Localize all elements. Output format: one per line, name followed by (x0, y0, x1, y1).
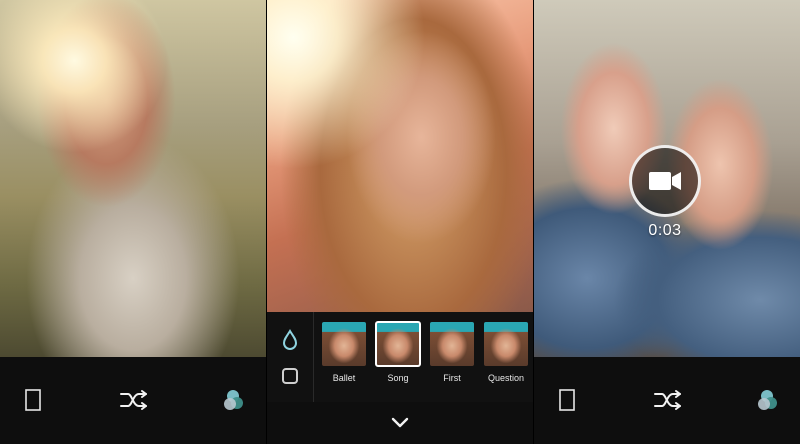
chevron-down-icon[interactable] (390, 415, 410, 431)
filtered-photo-preview (267, 0, 533, 312)
color-circles-icon[interactable] (222, 387, 248, 413)
filter-strip: Ballet Song First Question (267, 312, 533, 402)
water-drop-icon[interactable] (278, 328, 302, 352)
filter-item-first[interactable]: First (427, 322, 477, 396)
filter-list: Ballet Song First Question (319, 321, 531, 396)
record-video-button[interactable] (629, 145, 701, 217)
screen-1 (0, 0, 266, 444)
bottom-toolbar (534, 357, 800, 444)
water-drop-icon-svg (282, 329, 298, 350)
frame-icon-svg (25, 389, 41, 411)
filter-thumbnail (430, 322, 474, 366)
filter-label: Song (387, 373, 409, 383)
frame-icon[interactable] (556, 387, 578, 413)
screen-2: Ballet Song First Question (267, 0, 533, 444)
screen-3: 0:03 (534, 0, 800, 444)
color-circles-icon-svg (758, 390, 777, 410)
frame-icon[interactable] (22, 387, 44, 413)
filter-tools (267, 312, 314, 402)
filter-thumbnail (484, 322, 528, 366)
square-icon-svg (282, 368, 298, 384)
color-circles-icon-svg (224, 390, 243, 410)
app-screens: Ballet Song First Question 0:03 (0, 0, 800, 444)
shuffle-icon-svg (654, 390, 681, 410)
filter-thumbnail-selected (375, 321, 421, 367)
shuffle-icon[interactable] (118, 387, 150, 413)
collapse-filters-bar (267, 402, 533, 444)
camera-preview-photo (0, 0, 266, 357)
filter-thumbnail (322, 322, 366, 366)
recording-timer: 0:03 (648, 222, 682, 239)
filter-label: Question (487, 373, 525, 383)
filter-item-question[interactable]: Question (481, 322, 531, 396)
square-icon[interactable] (278, 364, 302, 388)
filter-label: First (443, 373, 461, 383)
video-camera-icon (649, 172, 681, 190)
shuffle-icon[interactable] (652, 387, 684, 413)
bottom-toolbar (0, 357, 266, 444)
frame-icon-svg (559, 389, 575, 411)
filter-item-ballet[interactable]: Ballet (319, 322, 369, 396)
shuffle-icon-svg (120, 390, 147, 410)
color-circles-icon[interactable] (756, 387, 782, 413)
filter-label: Ballet (332, 373, 356, 383)
filter-item-song[interactable]: Song (373, 321, 423, 396)
